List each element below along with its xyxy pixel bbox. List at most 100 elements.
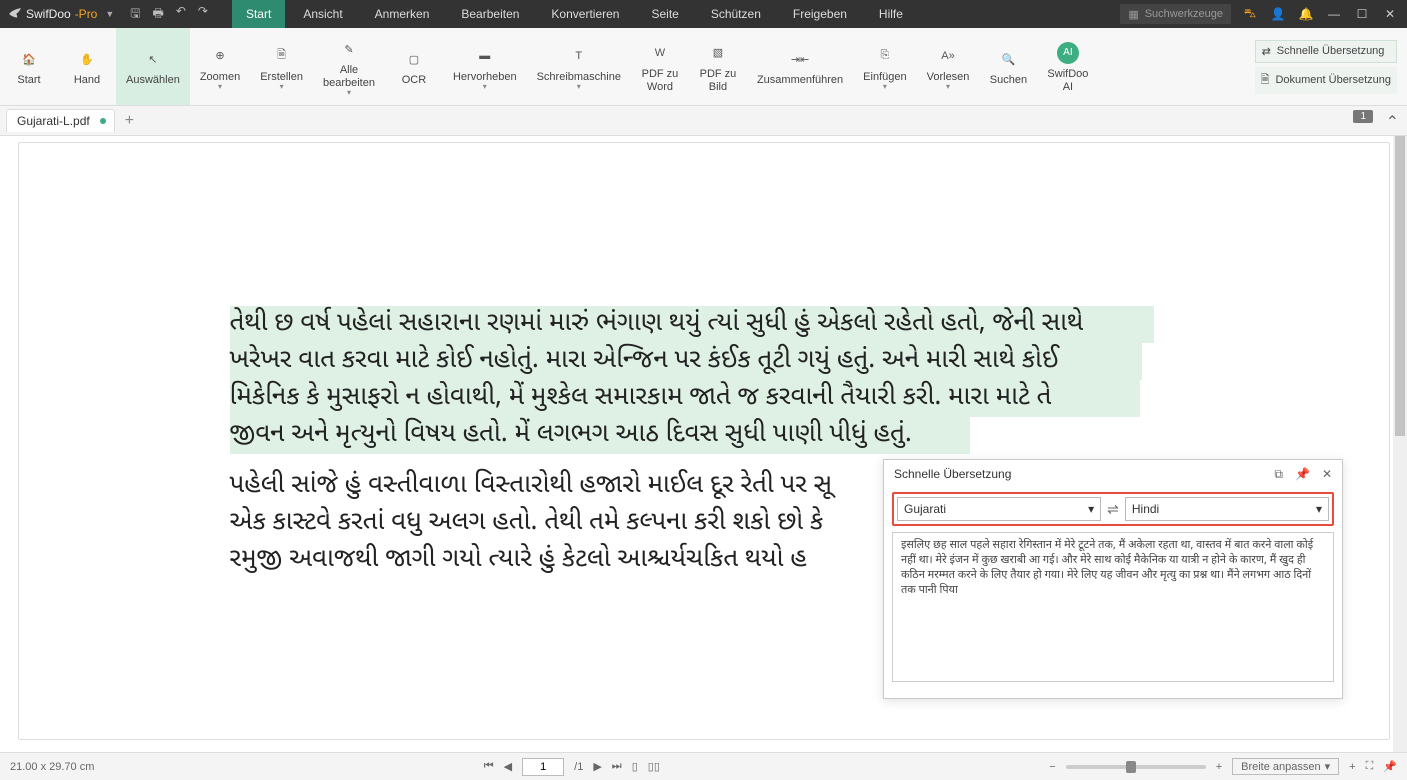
menu-hilfe[interactable]: Hilfe [865,0,917,28]
menu-bearbeiten[interactable]: Bearbeiten [447,0,533,28]
selected-text-line[interactable]: મિકેનિક કે મુસાફરો ન હોવાથી, મેં મુશ્કેલ… [230,380,1140,417]
body-text-line[interactable]: એક કાસ્ટવે કરતાં વધુ અલગ હતો. તેથી તમે ક… [230,505,890,542]
language-row: Gujarati▾ ⇌ Hindi▾ [892,492,1334,526]
tab-label: Gujarati-L.pdf [17,114,90,128]
ribbon-pdf-zu-word[interactable]: WPDF zu Word [631,28,689,105]
ribbon-erstellen[interactable]: 🗎Erstellen▾ [250,28,313,105]
typewriter-icon: T [575,43,582,69]
add-tab-button[interactable]: + [125,112,134,130]
zoom-out-icon[interactable]: − [1049,761,1055,773]
ribbon-ocr[interactable]: ▢OCR [385,28,443,105]
menu-seite[interactable]: Seite [637,0,692,28]
chevron-down-icon: ▾ [1325,760,1331,773]
menu-anmerken[interactable]: Anmerken [361,0,444,28]
translation-output[interactable]: इसलिए छह साल पहले सहारा रेगिस्तान में मे… [892,532,1334,682]
page-input[interactable] [522,758,564,776]
image-icon: ▧ [713,40,723,66]
pin-icon[interactable]: 📌 [1295,467,1310,482]
target-language-select[interactable]: Hindi▾ [1125,497,1329,521]
undo-icon[interactable]: ↶ [176,4,186,25]
menu-ansicht[interactable]: Ansicht [289,0,356,28]
search-icon: 🔍 [1002,46,1016,72]
vertical-scrollbar[interactable] [1393,136,1407,752]
first-page-icon[interactable]: ⏮ [484,760,494,773]
cart-icon[interactable]: ⛍ [1241,6,1259,22]
edit-icon: ✎ [344,36,353,62]
menu-schuetzen[interactable]: Schützen [697,0,775,28]
menu-konvertieren[interactable]: Konvertieren [537,0,633,28]
maximize-icon[interactable]: ☐ [1353,7,1371,21]
selected-text-line[interactable]: તેથી છ વર્ષ પહેલાં સહારાના રણમાં મારું ભ… [230,306,1154,343]
ai-icon: AI [1057,40,1079,66]
quick-access-toolbar: 🖫 🖶 ↶ ↷ [122,4,216,25]
redo-icon[interactable]: ↷ [198,4,208,25]
document-tab-bar: Gujarati-L.pdf + 1 ⌃ [0,106,1407,136]
ribbon-alle-bearbeiten[interactable]: ✎Alle bearbeiten▾ [313,28,385,105]
ribbon-pdf-zu-bild[interactable]: ▧PDF zu Bild [689,28,747,105]
close-icon[interactable]: ✕ [1381,7,1399,21]
page-total: /1 [574,761,583,773]
chevron-down-icon: ▾ [946,82,950,91]
collapse-ribbon-icon[interactable]: ⌃ [1386,112,1399,132]
ribbon-hervorheben[interactable]: ▬Hervorheben▾ [443,28,527,105]
ribbon-auswaehlen[interactable]: ↖Auswählen [116,28,190,105]
save-icon[interactable]: 🖫 [130,4,140,25]
ribbon-schreibmaschine[interactable]: TSchreibmaschine▾ [527,28,631,105]
scrollbar-thumb[interactable] [1395,136,1405,436]
minimize-icon[interactable]: — [1325,7,1343,21]
selected-text-line[interactable]: ખરેખર વાત કરવા માટે કોઈ નહોતું. મારા એન્… [230,343,1142,380]
doc-translate-button[interactable]: 🗎Dokument Übersetzung [1255,67,1397,94]
zoom-handle[interactable] [1126,761,1136,773]
zoom-controls: − + Breite anpassen▾ + ⛶ 📌 [1049,758,1397,775]
actual-size-icon[interactable]: + [1349,761,1355,773]
ribbon-vorlesen[interactable]: A»Vorlesen▾ [917,28,980,105]
ribbon-swifdoo-ai[interactable]: AISwifDoo AI [1037,28,1098,105]
chevron-down-icon: ▾ [1088,502,1094,516]
next-page-icon[interactable]: ▶ [593,760,601,773]
fullscreen-icon[interactable]: ⛶ [1366,760,1374,773]
brand-name: SwifDoo [26,7,71,21]
titlebar-right: ▦ Suchwerkzeuge ⛍ 👤 🔔 — ☐ ✕ [1120,4,1407,24]
home-icon: 🏠 [22,46,36,72]
quick-translate-panel: Schnelle Übersetzung ⧉ 📌 ✕ Gujarati▾ ⇌ H… [883,459,1343,699]
body-text-line[interactable]: પહેલી સાંજે હું વસ્તીવાળા વિસ્તારોથી હજા… [230,468,890,505]
prev-page-icon[interactable]: ◀ [504,760,512,773]
user-icon[interactable]: 👤 [1269,7,1287,21]
page-dimensions: 21.00 x 29.70 cm [10,761,94,773]
quick-translate-button[interactable]: ⇄Schnelle Übersetzung [1255,40,1397,63]
source-language-select[interactable]: Gujarati▾ [897,497,1101,521]
ribbon-zusammenfuehren[interactable]: ⇥⇤Zusammenführen [747,28,853,105]
last-page-icon[interactable]: ⏭ [612,760,622,773]
ribbon-einfuegen[interactable]: ⎘Einfügen▾ [853,28,916,105]
ribbon: 🏠Start ✋Hand ↖Auswählen ⊕Zoomen▾ 🗎Erstel… [0,28,1407,106]
menu-start[interactable]: Start [232,0,285,28]
doc-translate-icon: 🗎 [1261,71,1270,90]
ribbon-start[interactable]: 🏠Start [0,28,58,105]
ribbon-suchen[interactable]: 🔍Suchen [979,28,1037,105]
two-page-icon[interactable]: ▯▯ [648,760,660,773]
zoom-slider[interactable] [1066,765,1206,769]
cursor-icon: ↖ [148,46,157,72]
single-page-icon[interactable]: ▯ [632,760,638,773]
swap-languages-icon[interactable]: ⇌ [1107,501,1119,518]
selected-text-line[interactable]: જીવન અને મૃત્યુનો વિષય હતો. મેં લગભગ આઠ … [230,417,970,454]
body-text-line[interactable]: રમુજી અવાજથી જાગી ગયો ત્યારે હું કેટલો આ… [230,542,890,579]
menu-freigeben[interactable]: Freigeben [779,0,861,28]
search-tools[interactable]: ▦ Suchwerkzeuge [1120,4,1231,24]
bell-icon[interactable]: 🔔 [1297,7,1315,21]
pin-status-icon[interactable]: 📌 [1383,760,1397,773]
ribbon-zoomen[interactable]: ⊕Zoomen▾ [190,28,250,105]
ocr-icon: ▢ [409,46,419,72]
ribbon-hand[interactable]: ✋Hand [58,28,116,105]
document-tab[interactable]: Gujarati-L.pdf [6,109,115,132]
chevron-down-icon: ▾ [883,82,887,91]
ribbon-translate-side: ⇄Schnelle Übersetzung 🗎Dokument Übersetz… [1245,28,1407,105]
copy-icon[interactable]: ⧉ [1274,467,1283,482]
zoom-in-icon[interactable]: + [1216,761,1222,773]
panel-header: Schnelle Übersetzung ⧉ 📌 ✕ [884,460,1342,488]
print-icon[interactable]: 🖶 [153,4,164,25]
brand-dropdown-icon[interactable]: ▼ [105,9,114,19]
fit-mode-select[interactable]: Breite anpassen▾ [1232,758,1339,775]
panel-title: Schnelle Übersetzung [894,467,1011,481]
close-panel-icon[interactable]: ✕ [1322,467,1332,482]
